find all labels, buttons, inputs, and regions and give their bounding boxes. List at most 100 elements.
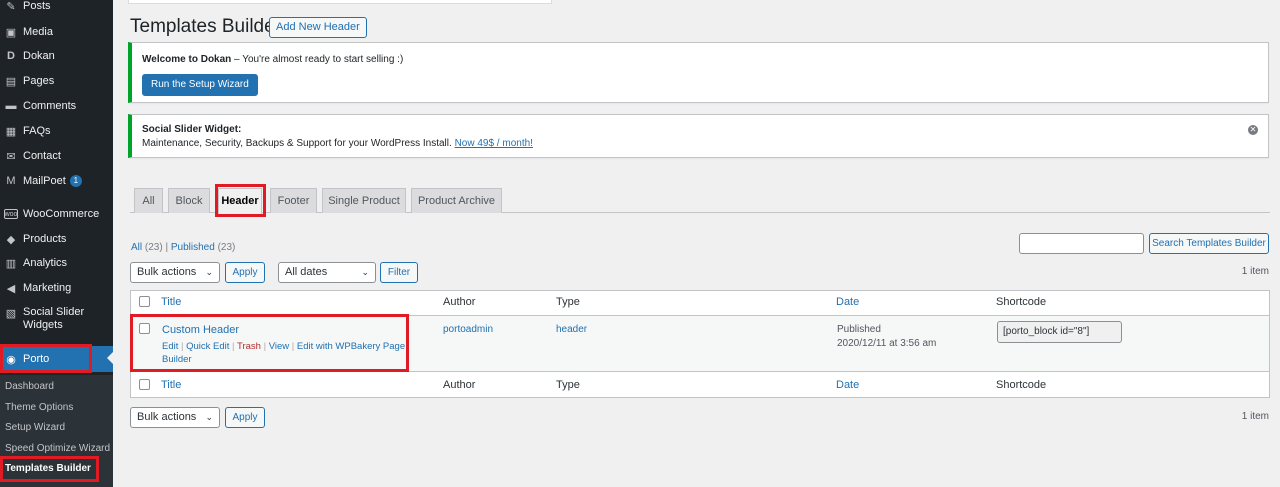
menu-porto[interactable]: ◉ Porto [0, 346, 113, 372]
column-date-footer[interactable]: Date [836, 379, 859, 391]
row-type[interactable]: header [556, 324, 587, 335]
tab-single-product[interactable]: Single Product [322, 188, 406, 213]
filter-published-link[interactable]: Published [171, 242, 215, 253]
menu-faqs[interactable]: ▦ FAQs [0, 119, 113, 143]
filter-button[interactable]: Filter [380, 262, 418, 283]
menu-marketing[interactable]: ◀ Marketing [0, 276, 113, 300]
dokan-notice-message: – You're almost ready to start selling :… [231, 54, 404, 65]
dokan-notice-title: Welcome to Dokan [142, 54, 232, 65]
action-separator: | [229, 341, 237, 352]
row-checkbox[interactable] [139, 323, 150, 334]
row-author[interactable]: portoadmin [443, 324, 493, 335]
bulk-actions-value: Bulk actions [137, 411, 197, 423]
tab-product-archive[interactable]: Product Archive [411, 188, 502, 213]
submenu-setup-wizard[interactable]: Setup Wizard [5, 422, 65, 433]
top-field [128, 0, 552, 4]
trash-link[interactable]: Trash [237, 341, 261, 352]
run-setup-wizard-button[interactable]: Run the Setup Wizard [142, 74, 258, 96]
menu-comments[interactable]: ▬ Comments [0, 94, 113, 118]
media-icon: ▣ [5, 26, 17, 39]
select-all-checkbox-footer[interactable] [139, 379, 150, 390]
action-separator: | [260, 341, 269, 352]
dismiss-icon[interactable]: ✕ [1248, 125, 1258, 135]
faqs-icon: ▦ [5, 125, 17, 138]
bulk-actions-select[interactable]: Bulk actions ⌄ [130, 262, 220, 283]
column-type: Type [556, 296, 580, 308]
apply-button-bottom[interactable]: Apply [225, 407, 265, 428]
view-link[interactable]: View [269, 341, 289, 352]
notification-badge: 1 [69, 175, 82, 187]
dokan-icon: D [7, 50, 15, 62]
submenu-dashboard[interactable]: Dashboard [5, 381, 54, 392]
menu-media[interactable]: ▣ Media [0, 20, 113, 44]
column-date[interactable]: Date [836, 296, 859, 308]
pages-icon: ▤ [5, 75, 17, 88]
bulk-actions-value: Bulk actions [137, 266, 197, 278]
tab-footer[interactable]: Footer [270, 188, 317, 213]
menu-mailpoet[interactable]: M MailPoet 1 [0, 169, 113, 193]
menu-contact[interactable]: ✉ Contact [0, 144, 113, 168]
quick-edit-link[interactable]: Quick Edit [186, 341, 229, 352]
slider-icon: ▧ [5, 307, 17, 320]
tab-header[interactable]: Header [218, 188, 262, 214]
menu-woocommerce[interactable]: woo WooCommerce [0, 202, 113, 226]
comments-icon: ▬ [5, 100, 17, 112]
chevron-down-icon: ⌄ [361, 267, 369, 277]
current-arrow [107, 352, 113, 364]
menu-products[interactable]: ◆ Products [0, 227, 113, 251]
porto-icon: ◉ [6, 353, 16, 366]
submenu-templates-builder[interactable]: Templates Builder [5, 463, 91, 474]
menu-dokan[interactable]: D Dokan [0, 44, 113, 68]
edit-link[interactable]: Edit [162, 341, 178, 352]
dates-select[interactable]: All dates ⌄ [278, 262, 376, 283]
shortcode-field[interactable]: [porto_block id="8"] [997, 321, 1122, 343]
row-date-status: Published [837, 324, 881, 335]
menu-analytics[interactable]: ▥ Analytics [0, 251, 113, 275]
slider-notice-text: Maintenance, Security, Backups & Support… [142, 138, 533, 149]
tab-all[interactable]: All [134, 188, 163, 213]
table-row: Custom Header Edit | Quick Edit | Trash … [131, 315, 1269, 372]
menu-social-slider[interactable]: ▧ Social Slider Widgets [0, 306, 113, 334]
templates-table: Title Author Type Date Shortcode Custom … [130, 290, 1270, 398]
analytics-icon: ▥ [5, 257, 17, 270]
filter-separator: | [165, 242, 169, 253]
admin-sidebar: ✎ Posts ▣ Media D Dokan ▤ Pages ▬ Comments ▦ F… [0, 0, 113, 487]
row-date: 2020/12/11 at 3:56 am [837, 338, 937, 349]
action-separator: | [289, 341, 297, 352]
products-icon: ◆ [6, 233, 16, 246]
page-title: Templates Builder [130, 16, 282, 37]
mail-icon: ✉ [6, 150, 16, 163]
submenu-theme-options[interactable]: Theme Options [5, 402, 73, 413]
select-all-checkbox[interactable] [139, 296, 150, 307]
slider-offer-link[interactable]: Now 49$ / month! [455, 138, 533, 149]
chevron-down-icon: ⌄ [205, 412, 213, 422]
woo-icon: woo [4, 209, 18, 219]
search-templates-button[interactable]: Search Templates Builder [1149, 233, 1269, 254]
column-title[interactable]: Title [161, 296, 181, 308]
row-actions: Edit | Quick Edit | Trash | View | Edit … [162, 340, 407, 366]
filter-all-link[interactable]: All [131, 242, 142, 253]
dokan-notice-text: Welcome to Dokan – You're almost ready t… [142, 54, 403, 65]
column-title-footer[interactable]: Title [161, 379, 181, 391]
menu-posts[interactable]: ✎ Posts [0, 0, 113, 18]
published-count: (23) [217, 242, 236, 253]
column-author-footer: Author [443, 379, 476, 391]
tab-block[interactable]: Block [168, 188, 210, 213]
bulk-actions-select-bottom[interactable]: Bulk actions ⌄ [130, 407, 220, 428]
column-shortcode-footer: Shortcode [996, 379, 1047, 391]
items-count-bottom: 1 item [1241, 411, 1269, 422]
search-input[interactable] [1019, 233, 1144, 254]
apply-button[interactable]: Apply [225, 262, 265, 283]
dokan-notice: Welcome to Dokan – You're almost ready t… [128, 42, 1269, 103]
submenu-speed-optimize[interactable]: Speed Optimize Wizard [5, 443, 110, 454]
social-slider-notice: Social Slider Widget: Maintenance, Secur… [128, 114, 1269, 158]
column-shortcode: Shortcode [996, 296, 1047, 308]
slider-notice-title: Social Slider Widget: [142, 124, 242, 135]
row-title-link[interactable]: Custom Header [162, 324, 239, 336]
action-separator: | [178, 341, 187, 352]
add-new-header-button[interactable]: Add New Header [269, 17, 367, 38]
menu-pages[interactable]: ▤ Pages [0, 69, 113, 93]
column-type-footer: Type [556, 379, 580, 391]
status-filters: All (23) | Published (23) [131, 242, 235, 253]
items-count: 1 item [1241, 266, 1269, 277]
